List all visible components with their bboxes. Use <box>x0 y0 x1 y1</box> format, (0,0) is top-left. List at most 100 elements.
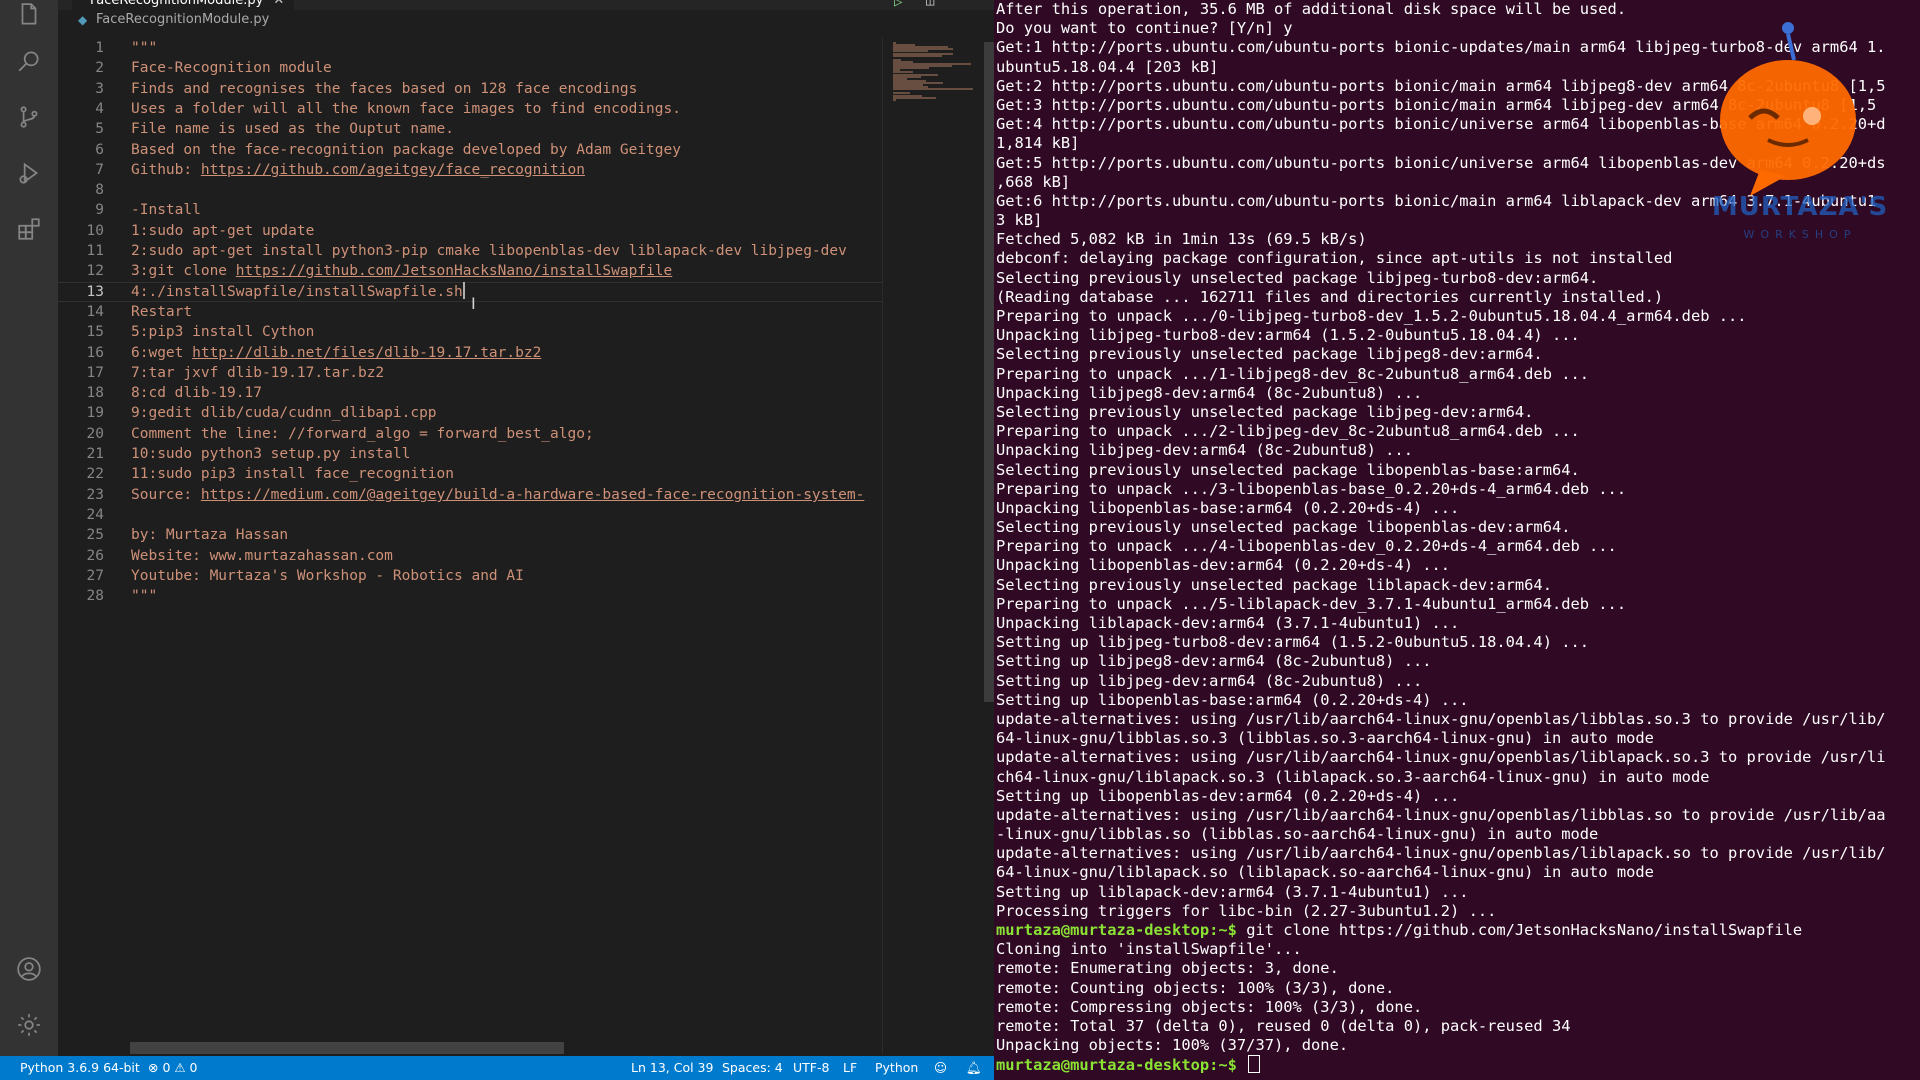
code-link[interactable]: https://github.com/JetsonHacksNano/insta… <box>236 263 673 279</box>
shell-command <box>1237 1056 1246 1074</box>
terminal-line: Selecting previously unselected package … <box>996 460 1580 479</box>
line-number: 20 <box>86 426 104 442</box>
code-line[interactable]: 7 Github: https://github.com/ageitgey/fac… <box>58 160 882 180</box>
terminal-line: Unpacking libjpeg-dev:arm64 (8c-2ubuntu8… <box>996 441 1413 460</box>
code-line[interactable]: 1 """ <box>58 38 882 58</box>
problems-count[interactable]: ⊗ 0 ⚠ 0 <box>148 1056 198 1080</box>
code-text: """ <box>131 40 158 56</box>
source-control-icon[interactable] <box>14 102 44 132</box>
code-text: Youtube: Murtaza's Workshop - Robotics a… <box>131 568 524 584</box>
code-line[interactable]: 22 11:sudo pip3 install face_recognition <box>58 464 882 484</box>
code-line[interactable]: 26 Website: www.murtazahassan.com <box>58 546 882 566</box>
code-text: Github: https://github.com/ageitgey/face… <box>131 160 585 180</box>
shell-prompt: murtaza@murtaza-desktop:~$ <box>996 921 1237 939</box>
line-ending[interactable]: LF <box>843 1056 857 1080</box>
scrollbar-thumb[interactable] <box>984 42 994 702</box>
feedback-icon[interactable]: ☺ <box>934 1056 947 1080</box>
tab-facerecognitionmodule[interactable]: FaceRecognitionModule.py ✕ <box>72 0 295 10</box>
split-editor-icon[interactable]: ◫ <box>926 0 934 9</box>
extensions-icon[interactable] <box>14 214 44 244</box>
search-icon[interactable] <box>14 46 44 76</box>
terminal-line: update-alternatives: using /usr/lib/aarc… <box>996 748 1886 767</box>
editor-tab-strip: FaceRecognitionModule.py ✕ ▷ ◫ ··· <box>58 0 994 10</box>
code-line[interactable]: 23 Source: https://medium.com/@ageitgey/b… <box>58 485 882 505</box>
code-line[interactable]: 20 Comment the line: //forward_algo = for… <box>58 424 882 444</box>
shell-prompt: murtaza@murtaza-desktop:~$ <box>996 1056 1237 1075</box>
close-icon[interactable]: ✕ <box>273 0 284 8</box>
code-editor[interactable]: 1 """ 2 Face-Recognition module 3 Finds and r… <box>58 38 882 1028</box>
terminal-line: ch64-linux-gnu/liblapack.so.3 (liblapack… <box>996 767 1710 786</box>
code-line[interactable]: 18 8:cd dlib-19.17 <box>58 383 882 403</box>
terminal-line: update-alternatives: using /usr/lib/aarc… <box>996 709 1886 728</box>
code-line[interactable]: 25 by: Murtaza Hassan <box>58 525 882 545</box>
horizontal-scrollbar[interactable] <box>130 1042 564 1054</box>
line-number: 3 <box>95 81 104 97</box>
indentation[interactable]: Spaces: 4 <box>722 1056 783 1080</box>
line-number: 27 <box>86 568 104 584</box>
code-line[interactable]: 21 10:sudo python3 setup.py install <box>58 444 882 464</box>
code-line[interactable]: 11 2:sudo apt-get install python3-pip cma… <box>58 241 882 261</box>
code-link[interactable]: http://dlib.net/files/dlib-19.17.tar.bz2 <box>192 345 541 361</box>
line-number: 8 <box>95 182 104 198</box>
breadcrumb-file[interactable]: FaceRecognitionModule.py <box>96 10 269 30</box>
terminal-line: remote: Compressing objects: 100% (3/3),… <box>996 997 1423 1016</box>
vertical-scrollbar[interactable] <box>982 38 994 1054</box>
code-line[interactable]: 27 Youtube: Murtaza's Workshop - Robotics… <box>58 566 882 586</box>
code-text: 9:gedit dlib/cuda/cudnn_dlibapi.cpp <box>131 405 437 421</box>
line-number: 15 <box>86 324 104 340</box>
code-line[interactable]: 15 5:pip3 install Cython <box>58 322 882 342</box>
code-line[interactable]: 2 Face-Recognition module <box>58 58 882 78</box>
code-text: Uses a folder will all the known face im… <box>131 101 681 117</box>
code-line[interactable]: 10 1:sudo apt-get update <box>58 221 882 241</box>
line-number: 28 <box>86 588 104 604</box>
line-number: 26 <box>86 548 104 564</box>
line-number: 23 <box>86 487 104 503</box>
terminal-line: update-alternatives: using /usr/lib/aarc… <box>996 844 1886 863</box>
terminal-line: Unpacking libjpeg8-dev:arm64 (8c-2ubuntu… <box>996 383 1423 402</box>
terminal-line: remote: Counting objects: 100% (3/3), do… <box>996 978 1395 997</box>
text-caret <box>462 282 465 299</box>
code-line[interactable]: 8 <box>58 180 882 200</box>
terminal-line: Setting up libjpeg-dev:arm64 (8c-2ubuntu… <box>996 671 1423 690</box>
code-text-prefix: 3:git clone <box>131 263 236 279</box>
run-debug-icon[interactable] <box>14 158 44 188</box>
code-line[interactable]: 5 File name is used as the Ouptut name. <box>58 119 882 139</box>
code-text: 4:./installSwapfile/installSwapfile.sh <box>131 282 465 300</box>
language-mode[interactable]: Python <box>875 1056 918 1080</box>
minimap[interactable] <box>882 38 983 1054</box>
code-line[interactable]: 14 Restart <box>58 302 882 322</box>
encoding[interactable]: UTF-8 <box>793 1056 829 1080</box>
code-text-prefix: Github: <box>131 162 201 178</box>
code-link[interactable]: https://medium.com/@ageitgey/build-a-har… <box>201 487 864 503</box>
python-interpreter[interactable]: Python 3.6.9 64-bit <box>20 1056 140 1080</box>
settings-gear-icon[interactable] <box>14 1010 44 1040</box>
tab-label: FaceRecognitionModule.py <box>90 0 264 8</box>
minimap-line <box>893 54 943 57</box>
code-line[interactable]: 16 6:wget http://dlib.net/files/dlib-19.1… <box>58 343 882 363</box>
code-line[interactable]: 12 3:git clone https://github.com/JetsonH… <box>58 261 882 281</box>
explorer-icon[interactable] <box>14 0 44 30</box>
code-line[interactable]: 9 -Install <box>58 200 882 220</box>
code-line[interactable]: 13 4:./installSwapfile/installSwapfile.sh <box>58 282 882 302</box>
code-link[interactable]: https://github.com/ageitgey/face_recogni… <box>201 162 585 178</box>
notifications-bell-icon[interactable]: 🔔︎ <box>966 1056 982 1080</box>
code-line[interactable]: 24 <box>58 505 882 525</box>
terminal-line: Unpacking libopenblas-dev:arm64 (0.2.20+… <box>996 556 1451 575</box>
line-number: 18 <box>86 385 104 401</box>
code-line[interactable]: 6 Based on the face-recognition package d… <box>58 140 882 160</box>
terminal-line: -linux-gnu/libblas.so (libblas.so-aarch6… <box>996 825 1599 844</box>
code-line[interactable]: 17 7:tar jxvf dlib-19.17.tar.bz2 <box>58 363 882 383</box>
code-line[interactable]: 28 """ <box>58 586 882 606</box>
code-text: """ <box>131 588 158 604</box>
more-actions-icon[interactable]: ··· <box>960 0 985 7</box>
run-icon[interactable]: ▷ <box>894 0 902 10</box>
code-text-prefix: Source: <box>131 487 201 503</box>
line-number: 9 <box>95 202 104 218</box>
code-line[interactable]: 3 Finds and recognises the faces based on… <box>58 79 882 99</box>
line-number: 5 <box>95 121 104 137</box>
account-icon[interactable] <box>14 954 44 984</box>
shell-command: git clone https://github.com/JetsonHacks… <box>1236 921 1803 939</box>
cursor-position[interactable]: Ln 13, Col 39 <box>631 1056 713 1080</box>
code-line[interactable]: 19 9:gedit dlib/cuda/cudnn_dlibapi.cpp <box>58 403 882 423</box>
code-line[interactable]: 4 Uses a folder will all the known face i… <box>58 99 882 119</box>
